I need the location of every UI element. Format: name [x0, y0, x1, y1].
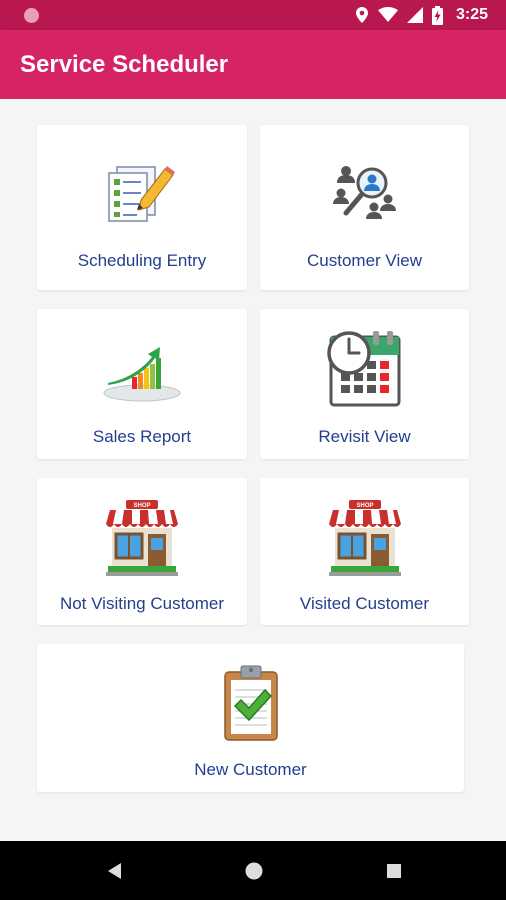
home-icon[interactable] [244, 861, 264, 881]
not-visiting-customer-label: Not Visiting Customer [59, 594, 225, 613]
customer-view-label: Customer View [307, 251, 422, 270]
scheduling-entry-tile[interactable]: Scheduling Entry [37, 125, 247, 290]
checklist-pencil-icon [108, 166, 175, 222]
signal-icon [406, 7, 423, 23]
clipboard-check-icon [223, 665, 278, 741]
recents-icon[interactable] [385, 861, 403, 881]
new-customer-tile[interactable]: New Customer [37, 644, 464, 792]
sales-report-label: Sales Report [92, 427, 192, 446]
status-icons: 3:25 [355, 5, 488, 25]
customer-search-icon [332, 166, 396, 219]
shop-icon: SHOP [106, 500, 178, 576]
app-bar: Service Scheduler [0, 30, 506, 99]
battery-charging-icon [431, 5, 443, 25]
growth-chart-icon [103, 347, 181, 402]
back-icon[interactable] [105, 861, 123, 881]
visited-customer-tile[interactable]: SHOP Visited Customer [260, 478, 469, 625]
status-time: 3:25 [455, 6, 488, 23]
menu-grid: Scheduling Entry Customer View Sales Rep… [0, 99, 506, 841]
location-icon [355, 7, 368, 23]
revisit-view-label: Revisit View [318, 427, 411, 446]
notification-dot-icon [24, 8, 39, 23]
new-customer-label: New Customer [194, 760, 307, 779]
app-title: Service Scheduler [20, 51, 229, 78]
not-visiting-customer-tile[interactable]: SHOP Not Visiting Customer [37, 478, 247, 625]
wifi-icon [377, 7, 398, 22]
customer-view-tile[interactable]: Customer View [260, 125, 469, 290]
scheduling-entry-label: Scheduling Entry [77, 251, 207, 270]
sales-report-tile[interactable]: Sales Report [37, 309, 247, 459]
shop-icon: SHOP [328, 500, 401, 576]
calendar-clock-icon [326, 331, 400, 407]
status-bar: 3:25 [0, 0, 506, 30]
svg-text:SHOP: SHOP [133, 503, 150, 509]
nav-bar [0, 841, 506, 900]
revisit-view-tile[interactable]: Revisit View [260, 309, 469, 459]
svg-text:SHOP: SHOP [356, 503, 373, 509]
visited-customer-label: Visited Customer [299, 594, 430, 613]
